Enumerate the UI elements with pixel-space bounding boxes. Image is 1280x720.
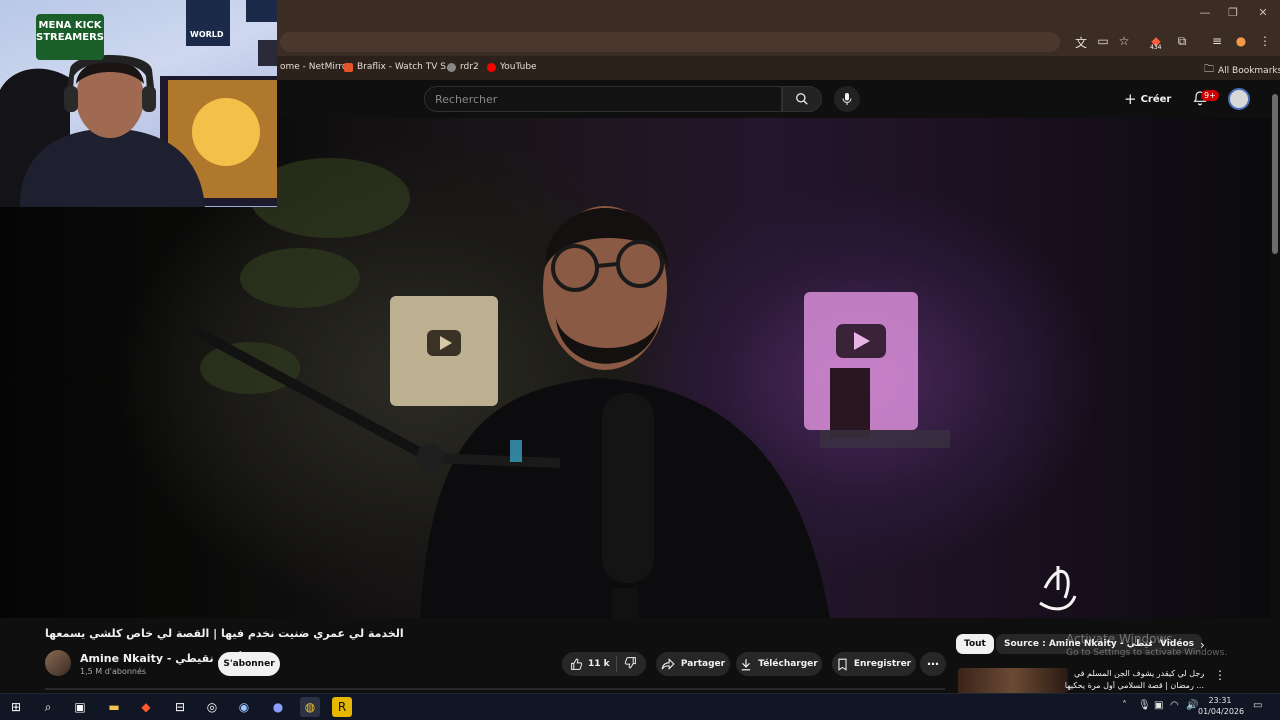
- webcam-overlay: MENA KICK STREAMERS WORLD: [0, 0, 277, 207]
- store-icon[interactable]: ⊟: [170, 697, 190, 717]
- braflix-icon: [344, 62, 353, 72]
- activate-windows-subtitle: Go to Settings to activate Windows.: [1066, 648, 1228, 658]
- create-button[interactable]: + Créer: [1124, 89, 1171, 109]
- all-bookmarks[interactable]: 🗀 All Bookmarks: [1204, 62, 1280, 79]
- folder-icon: 🗀: [1204, 64, 1214, 75]
- file-explorer-icon[interactable]: ▬: [104, 697, 124, 717]
- all-bookmarks-label: All Bookmarks: [1218, 65, 1280, 76]
- discord-icon[interactable]: ●: [268, 697, 288, 717]
- streamer-logo: MENA KICK STREAMERS: [36, 20, 104, 44]
- share-label: Partager: [680, 659, 726, 669]
- like-separator: [616, 656, 617, 672]
- channel-watermark: [1039, 566, 1077, 611]
- rockstar-icon[interactable]: R: [332, 697, 352, 717]
- recommended-title-line-2[interactable]: رمضان | قصة السلامي أول مرة يحكيها ...: [1064, 681, 1204, 690]
- extension-badge: 434: [1150, 44, 1162, 51]
- chrome-icon[interactable]: ◍: [300, 697, 320, 717]
- globe-icon: [447, 62, 456, 72]
- scrollbar-thumb[interactable]: [1272, 94, 1278, 254]
- bookmark-label: rdr2: [460, 62, 479, 72]
- subscriber-count: 1,5 M d'abonnés: [80, 667, 147, 676]
- thumbs-down-icon: [624, 657, 636, 669]
- address-field[interactable]: [280, 32, 1060, 52]
- create-label: Créer: [1140, 93, 1172, 105]
- clock-date[interactable]: 01/04/2026: [1198, 707, 1244, 716]
- more-actions-button[interactable]: ⋯: [920, 652, 946, 676]
- bookmark-icon: [838, 658, 847, 671]
- plus-icon: +: [1124, 90, 1137, 108]
- save-button[interactable]: Enregistrer: [832, 652, 916, 676]
- subscribe-button[interactable]: S'abonner: [218, 652, 280, 676]
- task-view-icon[interactable]: ▣: [70, 697, 90, 717]
- bookmark-label: YouTube: [500, 62, 537, 72]
- wifi-icon[interactable]: ◠: [1170, 700, 1179, 711]
- recommended-title-line-1[interactable]: الرجل لي كيقدر يشوف الجن المسلم في: [1074, 669, 1204, 678]
- search-input[interactable]: [425, 87, 781, 111]
- microphone-icon: [842, 93, 852, 105]
- recommended-thumbnail[interactable]: [958, 668, 1068, 694]
- logo-line-2: STREAMERS: [36, 32, 104, 43]
- restore-icon[interactable]: ❐: [1226, 6, 1240, 19]
- bookmark-youtube[interactable]: YouTube: [487, 62, 537, 72]
- brave-icon[interactable]: ◆: [136, 697, 156, 717]
- menu-icon[interactable]: ⋮: [1257, 34, 1273, 48]
- microphone-tray-icon[interactable]: 🎙: [1138, 700, 1151, 711]
- notification-badge: 9+: [1201, 90, 1219, 101]
- search-box: [424, 86, 782, 112]
- windows-taskbar: [0, 693, 1280, 720]
- more-horizontal-icon: ⋯: [927, 657, 939, 671]
- channel-avatar[interactable]: [45, 650, 71, 676]
- bookmark-braflix[interactable]: Braflix - Watch TV S...: [344, 62, 455, 72]
- description-divider: [45, 688, 945, 690]
- clock-time[interactable]: 23:31: [1204, 696, 1236, 705]
- like-button[interactable]: 11 k: [570, 658, 610, 671]
- download-icon: [742, 658, 751, 670]
- save-label: Enregistrer: [853, 659, 912, 669]
- chip-all[interactable]: Tout: [956, 634, 994, 654]
- tray-chevron-icon[interactable]: ˄: [1122, 700, 1127, 711]
- poster-text: WORLD: [190, 30, 224, 39]
- more-vertical-icon[interactable]: ⋮: [1214, 668, 1226, 682]
- like-dislike-group: 11 k: [562, 652, 646, 676]
- star-icon[interactable]: ☆: [1116, 34, 1132, 48]
- bookmark-netmirror[interactable]: ome - NetMirror: [280, 62, 351, 72]
- voice-search-button[interactable]: [834, 86, 860, 112]
- download-button[interactable]: Télécharger: [736, 652, 822, 676]
- volume-icon[interactable]: 🔊: [1186, 700, 1198, 711]
- bookmark-label: Braflix - Watch TV S...: [357, 62, 455, 72]
- search-icon: [796, 93, 808, 105]
- reading-list-icon[interactable]: ≡: [1209, 34, 1225, 48]
- bookmark-label: ome - NetMirror: [280, 62, 352, 72]
- activate-windows-title: Activate Windows: [1066, 632, 1173, 646]
- close-icon[interactable]: ✕: [1256, 6, 1270, 19]
- share-icon: [661, 658, 675, 670]
- notification-center-icon[interactable]: ▭: [1253, 700, 1262, 711]
- extensions-icon[interactable]: ⧉: [1174, 34, 1190, 49]
- profile-icon[interactable]: ●: [1233, 34, 1249, 48]
- like-count: 11 k: [588, 659, 610, 669]
- steam-icon[interactable]: ◉: [234, 697, 254, 717]
- cast-icon[interactable]: ▭: [1095, 34, 1111, 48]
- share-button[interactable]: Partager: [656, 652, 730, 676]
- app-icon[interactable]: ◎: [202, 697, 222, 717]
- video-title: الخدمة لي عمري ضنيت نخدم فيها | القصة لي…: [45, 627, 404, 640]
- minimize-icon[interactable]: —: [1198, 6, 1212, 19]
- youtube-icon: [487, 62, 496, 72]
- search-button[interactable]: [782, 86, 822, 112]
- logo-line-1: MENA KICK: [38, 20, 102, 31]
- network-icon[interactable]: ▣: [1154, 700, 1163, 711]
- dislike-button[interactable]: [624, 656, 637, 672]
- windows-start-icon[interactable]: ⊞: [6, 697, 26, 717]
- account-avatar[interactable]: [1228, 88, 1250, 110]
- bookmark-rdr2[interactable]: rdr2: [447, 62, 479, 72]
- translate-icon[interactable]: 文: [1073, 34, 1089, 51]
- search-taskbar-icon[interactable]: ⌕: [38, 697, 58, 717]
- thumbs-up-icon: [571, 658, 583, 670]
- download-label: Télécharger: [758, 659, 818, 669]
